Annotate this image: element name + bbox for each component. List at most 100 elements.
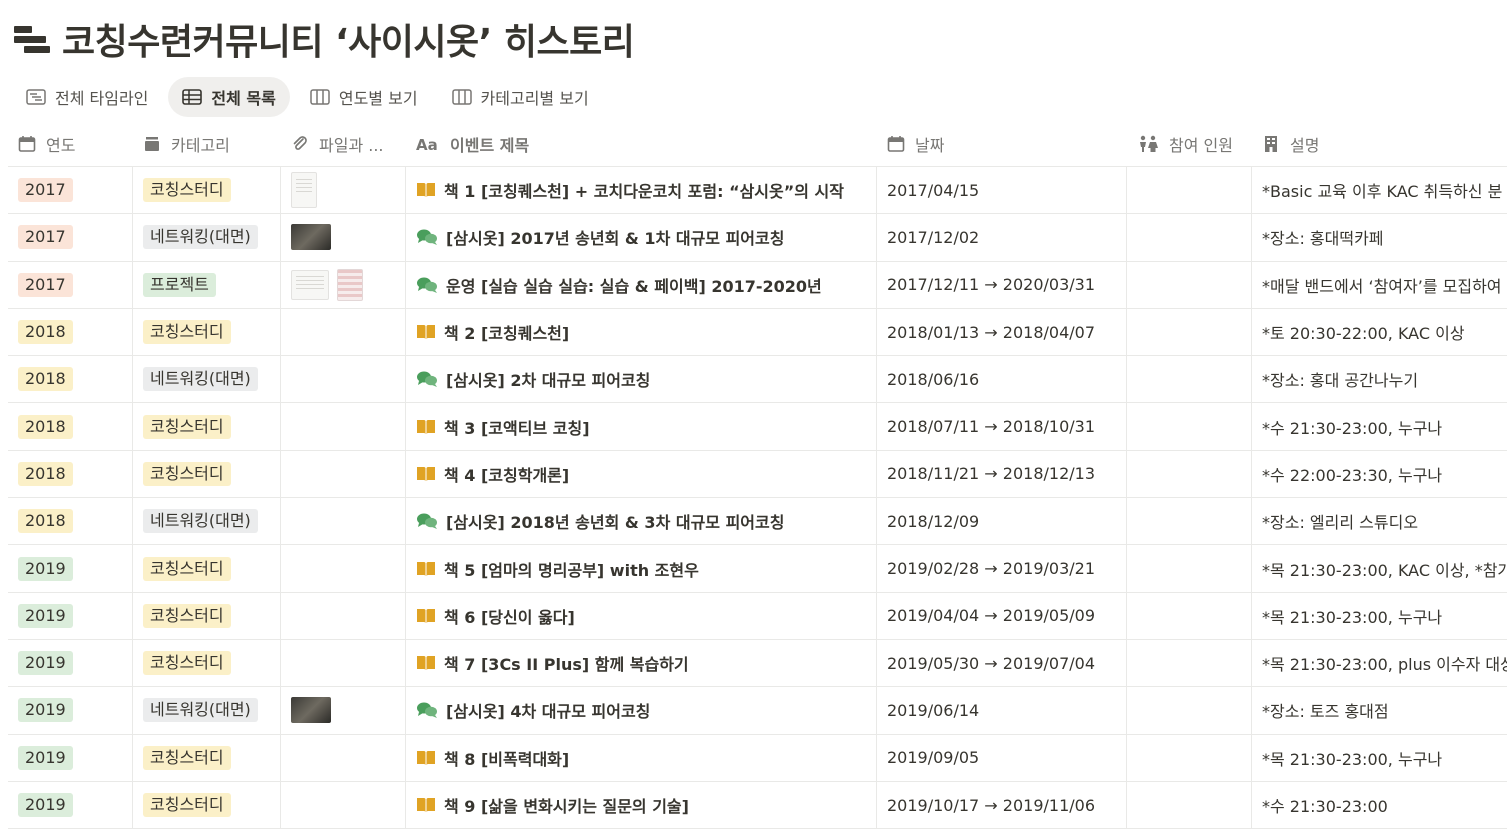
event-title-cell[interactable]: 책 8 [비폭력대화] (406, 734, 877, 781)
files-cell[interactable] (281, 356, 406, 403)
file-thumbnail[interactable] (291, 269, 329, 300)
category-cell[interactable]: 프로젝트 (133, 261, 281, 308)
participants-cell[interactable] (1127, 498, 1252, 545)
timeline-page-icon[interactable] (10, 23, 50, 55)
description-cell[interactable]: *토 20:30-22:00, KAC 이상 (1252, 309, 1507, 355)
event-title-cell[interactable]: [삼시옷] 4차 대규모 피어코칭 (406, 687, 877, 734)
file-thumbnail[interactable] (291, 224, 331, 251)
year-cell[interactable]: 2017 (8, 261, 133, 308)
files-cell[interactable] (281, 592, 406, 639)
table-row[interactable]: 2018 코칭스터디 책 3 [코액티브 코칭] 2018/07/11 → 2018/… (8, 403, 1507, 451)
date-cell[interactable]: 2018/06/16 (877, 356, 1127, 403)
date-cell[interactable]: 2017/12/02 (877, 214, 1127, 261)
event-title-cell[interactable]: 운영 [실습 실습 실습: 실습 & 페이백] 2017-2020년 (406, 261, 877, 308)
event-title-cell[interactable]: 책 5 [엄마의 명리공부] with 조현우 (406, 545, 877, 592)
table-row[interactable]: 2017 네트워킹(대면) [삼시옷] 2017년 송년회 & 1차 대규모 피어코… (8, 214, 1507, 262)
category-cell[interactable]: 코칭스터디 (133, 545, 281, 592)
date-cell[interactable]: 2019/05/30 → 2019/07/04 (877, 639, 1127, 687)
event-title-cell[interactable]: 책 3 [코액티브 코칭] (406, 403, 877, 450)
date-cell[interactable]: 2017/04/15 (877, 167, 1127, 214)
file-thumbnail[interactable] (291, 697, 331, 724)
column-header-files[interactable]: 파일과 ... (281, 122, 406, 166)
event-title-cell[interactable]: 책 9 [삶을 변화시키는 질문의 기술] (406, 781, 877, 829)
table-row[interactable]: 2018 네트워킹(대면) [삼시옷] 2차 대규모 피어코칭 2018/06/16 *… (8, 356, 1507, 404)
date-cell[interactable]: 2018/07/11 → 2018/10/31 (877, 403, 1127, 450)
description-cell[interactable]: *수 21:30-23:00 (1252, 782, 1507, 828)
category-cell[interactable]: 코칭스터디 (133, 308, 281, 356)
description-cell[interactable]: *목 21:30-23:00, plus 이수자 대상 (1252, 640, 1507, 686)
category-cell[interactable]: 코칭스터디 (133, 450, 281, 498)
description-cell[interactable]: *매달 밴드에서 ‘참여자’를 모집하여 (1252, 262, 1507, 308)
participants-cell[interactable] (1127, 450, 1252, 498)
year-cell[interactable]: 2018 (8, 356, 133, 403)
description-cell[interactable]: *수 21:30-23:00, 누구나 (1252, 403, 1507, 449)
event-title-cell[interactable]: 책 6 [당신이 옳다] (406, 592, 877, 639)
description-cell[interactable]: *장소: 홍대떡카페 (1252, 214, 1507, 260)
description-cell[interactable]: *목 21:30-23:00, 누구나 (1252, 593, 1507, 639)
column-header-event-title[interactable]: Aa 이벤트 제목 (406, 122, 877, 166)
participants-cell[interactable] (1127, 167, 1252, 214)
year-cell[interactable]: 2017 (8, 214, 133, 261)
year-cell[interactable]: 2019 (8, 781, 133, 829)
files-cell[interactable] (281, 639, 406, 687)
year-cell[interactable]: 2019 (8, 592, 133, 639)
tab-timeline[interactable]: 전체 타임라인 (12, 77, 162, 117)
category-cell[interactable]: 코칭스터디 (133, 639, 281, 687)
date-cell[interactable]: 2018/11/21 → 2018/12/13 (877, 450, 1127, 498)
participants-cell[interactable] (1127, 592, 1252, 639)
page-title[interactable]: 코칭수련커뮤니티 ‘사이시옷’ 히스토리 (62, 13, 635, 65)
description-cell[interactable]: *Basic 교육 이후 KAC 취득하신 분 (1252, 167, 1507, 213)
table-row[interactable]: 2019 코칭스터디 책 6 [당신이 옳다] 2019/04/04 → 2019/0… (8, 592, 1507, 640)
column-header-category[interactable]: 카테고리 (133, 122, 281, 166)
participants-cell[interactable] (1127, 214, 1252, 261)
date-cell[interactable]: 2018/12/09 (877, 498, 1127, 545)
event-title-cell[interactable]: [삼시옷] 2017년 송년회 & 1차 대규모 피어코칭 (406, 214, 877, 261)
column-header-participants[interactable]: 참여 인원 (1127, 122, 1252, 166)
column-header-year[interactable]: 연도 (8, 122, 133, 166)
description-cell[interactable]: *장소: 엘리리 스튜디오 (1252, 498, 1507, 544)
files-cell[interactable] (281, 687, 406, 734)
year-cell[interactable]: 2018 (8, 450, 133, 498)
event-title-cell[interactable]: [삼시옷] 2차 대규모 피어코칭 (406, 356, 877, 403)
year-cell[interactable]: 2019 (8, 639, 133, 687)
year-cell[interactable]: 2019 (8, 545, 133, 592)
file-thumbnail[interactable] (337, 268, 363, 301)
event-title-cell[interactable]: [삼시옷] 2018년 송년회 & 3차 대규모 피어코칭 (406, 498, 877, 545)
tab-by-year[interactable]: 연도별 보기 (296, 77, 432, 117)
participants-cell[interactable] (1127, 639, 1252, 687)
table-row[interactable]: 2019 코칭스터디 책 9 [삶을 변화시키는 질문의 기술] 2019/10/17… (8, 781, 1507, 829)
participants-cell[interactable] (1127, 403, 1252, 450)
participants-cell[interactable] (1127, 356, 1252, 403)
files-cell[interactable] (281, 403, 406, 450)
date-cell[interactable]: 2019/10/17 → 2019/11/06 (877, 781, 1127, 829)
participants-cell[interactable] (1127, 781, 1252, 829)
table-row[interactable]: 2018 네트워킹(대면) [삼시옷] 2018년 송년회 & 3차 대규모 피어코… (8, 498, 1507, 546)
files-cell[interactable] (281, 450, 406, 498)
table-row[interactable]: 2018 코칭스터디 책 2 [코칭퀘스천] 2018/01/13 → 2018/04… (8, 308, 1507, 357)
category-cell[interactable]: 코칭스터디 (133, 781, 281, 829)
table-row[interactable]: 2019 코칭스터디 책 7 [3Cs II Plus] 함께 복습하기 2019/0… (8, 639, 1507, 688)
participants-cell[interactable] (1127, 545, 1252, 592)
date-cell[interactable]: 2019/04/04 → 2019/05/09 (877, 592, 1127, 639)
category-cell[interactable]: 네트워킹(대면) (133, 356, 281, 403)
column-header-description[interactable]: 설명 (1252, 122, 1507, 166)
year-cell[interactable]: 2018 (8, 403, 133, 450)
column-header-date[interactable]: 날짜 (877, 122, 1127, 166)
category-cell[interactable]: 코칭스터디 (133, 403, 281, 450)
event-title-cell[interactable]: 책 4 [코칭학개론] (406, 450, 877, 498)
description-cell[interactable]: *장소: 홍대 공간나누기 (1252, 356, 1507, 402)
files-cell[interactable] (281, 781, 406, 829)
file-thumbnail[interactable] (291, 172, 317, 209)
category-cell[interactable]: 네트워킹(대면) (133, 498, 281, 545)
category-cell[interactable]: 코칭스터디 (133, 167, 281, 214)
files-cell[interactable] (281, 545, 406, 592)
files-cell[interactable] (281, 261, 406, 308)
participants-cell[interactable] (1127, 687, 1252, 734)
event-title-cell[interactable]: 책 2 [코칭퀘스천] (406, 308, 877, 356)
table-row[interactable]: 2017 코칭스터디 책 1 [코칭퀘스천] + 코치다운코치 포럼: “삼시옷”의… (8, 167, 1507, 215)
category-cell[interactable]: 코칭스터디 (133, 734, 281, 781)
category-cell[interactable]: 네트워킹(대면) (133, 214, 281, 261)
description-cell[interactable]: *수 22:00-23:30, 누구나 (1252, 451, 1507, 497)
description-cell[interactable]: *목 21:30-23:00, KAC 이상, *참가 (1252, 545, 1507, 591)
date-cell[interactable]: 2019/06/14 (877, 687, 1127, 734)
